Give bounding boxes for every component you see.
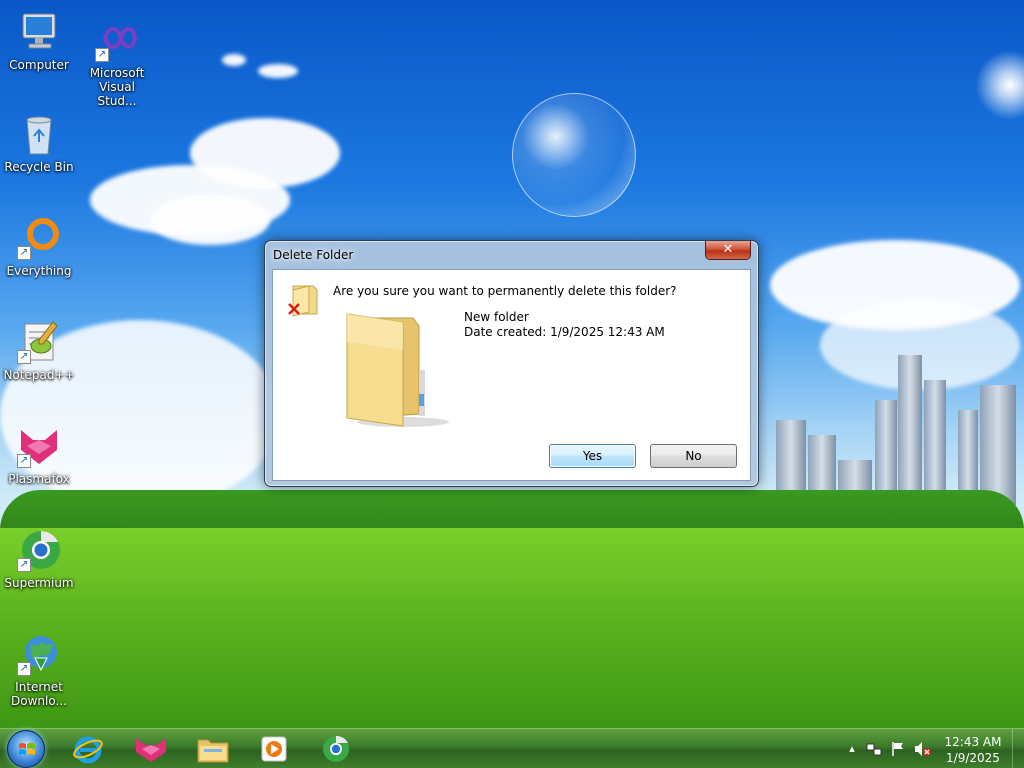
plasmafox-icon: ↗: [17, 424, 61, 468]
show-hidden-icons-arrow[interactable]: ▴: [844, 741, 860, 757]
taskbar-supermium[interactable]: [314, 732, 360, 766]
system-clock[interactable]: 12:43 AM 1/9/2025: [938, 734, 1008, 766]
internet-download-manager-icon: ↗: [17, 632, 61, 676]
plasmafox-icon: [136, 738, 166, 762]
building: [898, 355, 922, 505]
network-icon[interactable]: [866, 741, 882, 757]
desktop-icon-label: Plasmafox: [8, 472, 70, 486]
dialog-body: Are you sure you want to permanently del…: [272, 269, 751, 481]
close-button[interactable]: ✕: [705, 241, 751, 260]
taskbar-plasmafox[interactable]: [128, 732, 174, 766]
cloud: [150, 195, 270, 245]
folder-icon: [197, 739, 229, 763]
shortcut-arrow-icon: ↗: [95, 48, 109, 62]
taskbar: ▴ 12:43 AM 1/9/2025: [0, 728, 1024, 768]
shortcut-arrow-icon: ↗: [17, 558, 31, 572]
cloud: [258, 64, 298, 78]
desktop-icon-label: Everything: [6, 264, 72, 278]
desktop-icon-notepadpp[interactable]: ↗ Notepad++: [0, 320, 78, 382]
desktop-icon-label: Microsoft Visual Stud...: [89, 66, 145, 108]
volume-muted-icon[interactable]: [914, 741, 931, 757]
desktop-icon-everything[interactable]: ↗ Everything: [0, 216, 78, 278]
computer-icon: [17, 10, 61, 54]
taskbar-internet-explorer[interactable]: [66, 732, 112, 766]
building: [924, 380, 946, 505]
desktop-icon-supermium[interactable]: ↗ Supermium: [0, 528, 78, 590]
desktop-icon-internet-download[interactable]: ↗ Internet Downlo...: [0, 632, 78, 708]
shortcut-arrow-icon: ↗: [17, 454, 31, 468]
supermium-icon: ↗: [17, 528, 61, 572]
media-player-icon: [261, 736, 287, 762]
shortcut-arrow-icon: ↗: [17, 662, 31, 676]
bubble-decoration: [512, 93, 636, 217]
grass: [0, 528, 1024, 728]
desktop-icon-visual-studio[interactable]: ↗ Microsoft Visual Stud...: [78, 18, 156, 108]
delete-folder-dialog: Delete Folder ✕ Are you sure you want to…: [264, 240, 759, 487]
desktop-icon-label: Supermium: [4, 576, 74, 590]
folder-name: New folder: [464, 310, 529, 324]
taskbar-media-player[interactable]: [252, 732, 298, 766]
folder-date-created: Date created: 1/9/2025 12:43 AM: [464, 325, 665, 339]
desktop-icon-label: Recycle Bin: [4, 160, 74, 174]
everything-search-icon: ↗: [17, 216, 61, 260]
folder-preview-icon: [343, 310, 453, 430]
cloud: [222, 54, 246, 66]
dialog-title: Delete Folder: [273, 248, 354, 262]
recycle-bin-icon: [17, 112, 61, 156]
desktop-icon-plasmafox[interactable]: ↗ Plasmafox: [0, 424, 78, 486]
cloud: [190, 118, 340, 188]
show-desktop-button[interactable]: [1012, 729, 1024, 768]
supermium-icon: [323, 735, 349, 762]
shortcut-arrow-icon: ↗: [17, 350, 31, 364]
desktop-icon-label: Internet Downlo...: [11, 680, 67, 708]
confirm-question: Are you sure you want to permanently del…: [333, 284, 677, 298]
desktop-icon-recycle-bin[interactable]: Recycle Bin: [0, 112, 78, 174]
notepadpp-icon: ↗: [17, 320, 61, 364]
clock-time: 12:43 AM: [944, 735, 1002, 749]
internet-explorer-icon: [73, 736, 103, 764]
yes-button[interactable]: Yes: [549, 444, 636, 468]
action-center-flag-icon[interactable]: [890, 741, 906, 757]
desktop-icon-computer[interactable]: Computer: [0, 10, 78, 72]
desktop-icon-label: Computer: [9, 58, 69, 72]
visual-studio-icon: ↗: [95, 18, 139, 62]
windows-logo-icon: [19, 743, 35, 755]
clock-date: 1/9/2025: [946, 751, 1000, 765]
desktop-icon-label: Notepad++: [3, 368, 75, 382]
delete-folder-icon: [287, 282, 321, 320]
building: [980, 385, 1016, 505]
sun-decoration: [975, 50, 1024, 120]
shortcut-arrow-icon: ↗: [17, 246, 31, 260]
taskbar-file-explorer[interactable]: [190, 732, 236, 766]
start-button[interactable]: [7, 730, 45, 768]
no-button[interactable]: No: [650, 444, 737, 468]
